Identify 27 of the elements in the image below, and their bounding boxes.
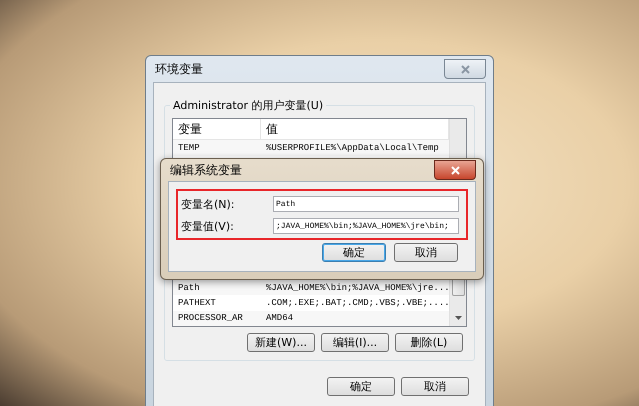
dialog-button[interactable]: 确定: [322, 243, 386, 262]
column-header[interactable]: 变量: [173, 119, 261, 139]
table-cell-text: %USERPROFILE%\AppData\Local\Temp: [265, 143, 440, 153]
dialog-button[interactable]: 确定: [327, 377, 395, 396]
dialog-title: 编辑系统变量: [169, 162, 242, 178]
dialog-button[interactable]: 取消: [394, 243, 458, 262]
table-cell-text: .COM;.EXE;.BAT;.CMD;.VBS;.VBE;....: [265, 298, 450, 308]
input-field[interactable]: ;JAVA_HOME%\bin;%JAVA_HOME%\jre\bin;: [273, 218, 459, 234]
field-label: 变量值(V):: [181, 218, 235, 234]
variable-button[interactable]: 新建(W)...: [247, 333, 315, 352]
scroll-down-icon[interactable]: [454, 316, 462, 320]
close-icon: [460, 64, 470, 74]
input-field[interactable]: Path: [273, 196, 459, 212]
table-cell-text: PROCESSOR_AR: [177, 313, 244, 324]
group-label: Administrator 的用户变量(U): [170, 98, 326, 113]
variable-button[interactable]: 编辑(I)...: [321, 333, 389, 352]
table-cell-text: PATHEXT: [177, 298, 217, 308]
table-cell-text: TEMP: [177, 143, 201, 153]
table-cell-text: AMD64: [265, 313, 294, 324]
window-title: 环境变量: [154, 60, 203, 78]
field-label: 变量名(N):: [181, 196, 236, 212]
variable-button[interactable]: 删除(L): [395, 333, 463, 352]
dialog-button[interactable]: 取消: [401, 377, 469, 396]
close-icon: [450, 166, 460, 174]
table-cell-text: Path: [177, 282, 201, 293]
close-button[interactable]: [434, 160, 476, 180]
table-cell-text: %JAVA_HOME%\bin;%JAVA_HOME%\jre...: [265, 282, 450, 293]
